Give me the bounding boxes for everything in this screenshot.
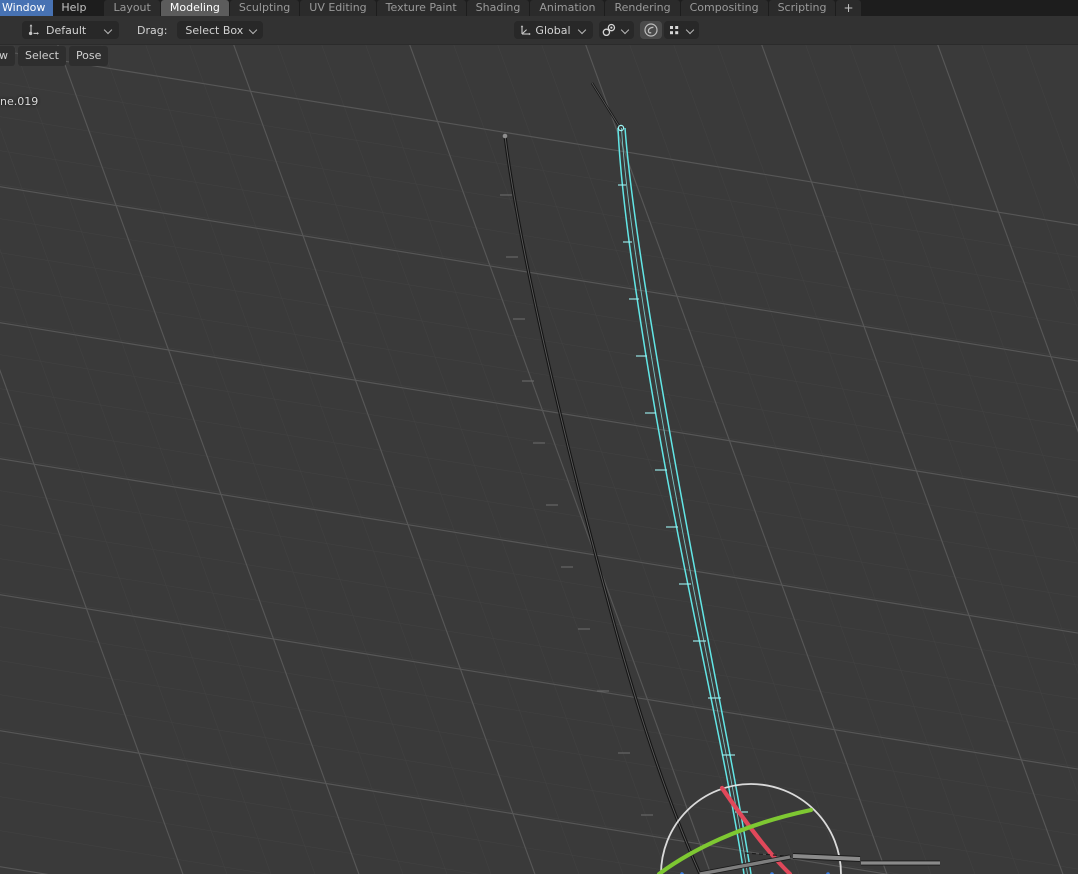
viewport-menu-select[interactable]: Select [18, 46, 66, 66]
tab-rendering[interactable]: Rendering [605, 0, 680, 16]
proportional-editing-icon [643, 22, 659, 38]
cursor-drag-icon [26, 22, 42, 38]
bone-chain-selected [590, 82, 752, 874]
chevron-down-icon[interactable] [686, 26, 695, 35]
falloff-dots-icon [666, 22, 682, 38]
tab-compositing[interactable]: Compositing [680, 0, 768, 16]
proportional-editing-toggle[interactable] [640, 21, 663, 39]
viewport-canvas [0, 45, 1078, 874]
drag-action-value: Select Box [185, 23, 244, 37]
tab-scripting[interactable]: Scripting [768, 0, 836, 16]
chevron-down-icon [104, 26, 113, 35]
grid-minor-cross [0, 45, 1078, 874]
snap-toggle-button[interactable] [599, 21, 635, 39]
tab-layout[interactable]: Layout [104, 0, 160, 16]
transform-orientation-icon [518, 22, 534, 38]
tab-texture-paint[interactable]: Texture Paint [376, 0, 466, 16]
grid-major-cross [0, 45, 1078, 874]
grid-minor [0, 82, 1078, 874]
viewport-menu-pose[interactable]: Pose [68, 46, 109, 66]
blender-window: Window Help Layout Modeling Sculpting UV… [0, 0, 1078, 874]
menu-window[interactable]: Window [0, 0, 54, 16]
bone-joints-selected [618, 184, 748, 813]
keymap-preset-dropdown[interactable]: Default [22, 21, 119, 39]
tab-shading[interactable]: Shading [466, 0, 530, 16]
tab-uv-editing[interactable]: UV Editing [300, 0, 376, 16]
3d-viewport[interactable] [0, 45, 1078, 874]
chevron-down-icon [578, 26, 587, 35]
grid-major [0, 50, 1078, 874]
chevron-down-icon[interactable] [621, 26, 630, 35]
tab-modeling[interactable]: Modeling [160, 0, 229, 16]
magnet-snap-icon [601, 22, 617, 38]
viewport-header: w Select Pose [0, 45, 111, 67]
menu-help[interactable]: Help [53, 0, 94, 16]
chevron-down-icon [249, 26, 258, 35]
transform-orientation-value: Global [535, 23, 571, 37]
tab-sculpting[interactable]: Sculpting [229, 0, 300, 16]
keymap-preset-value: Default [46, 23, 87, 37]
workspace-tabs: Layout Modeling Sculpting UV Editing Tex… [104, 0, 861, 16]
transform-orientation-dropdown[interactable]: Global [514, 21, 594, 39]
drag-label: Drag: [137, 23, 168, 37]
top-menu-bar: Window Help Layout Modeling Sculpting UV… [0, 0, 1078, 16]
proportional-falloff-dropdown[interactable] [664, 21, 700, 39]
viewport-menu-view[interactable]: w [0, 46, 15, 66]
tab-animation[interactable]: Animation [530, 0, 605, 16]
tool-settings-header: Default Drag: Select Box Global [0, 16, 1078, 45]
add-workspace-button[interactable]: + [836, 0, 861, 16]
drag-action-dropdown[interactable]: Select Box [177, 21, 264, 39]
